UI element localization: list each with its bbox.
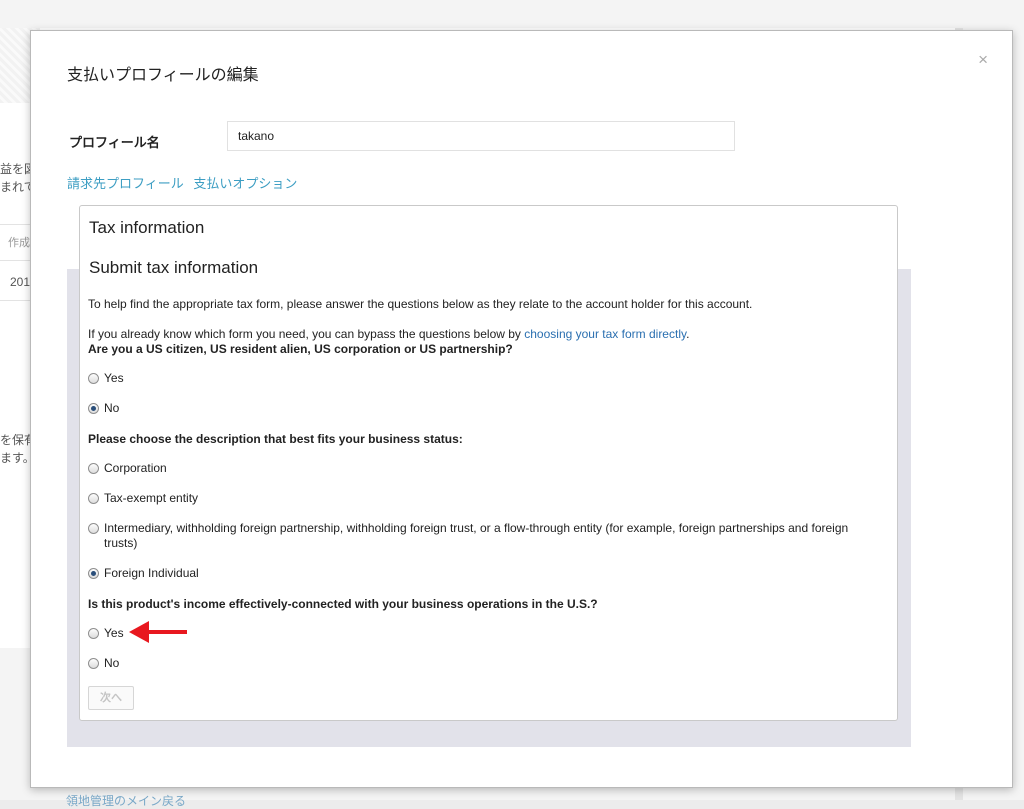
radio-button[interactable] (88, 523, 99, 534)
radio-label: Foreign Individual (104, 566, 199, 580)
question-effectively-connected: Is this product's income effectively-con… (88, 597, 598, 611)
radio-button[interactable] (88, 403, 99, 414)
bypass-prefix: If you already know which form you need,… (88, 327, 525, 341)
dialog-title: 支払いプロフィールの編集 (67, 67, 259, 84)
tax-subheader: Submit tax information (89, 258, 259, 277)
radio-label: Yes (104, 626, 124, 640)
background-column-header: 作成 (8, 237, 30, 249)
next-button[interactable]: 次へ (88, 686, 134, 710)
tax-header: Tax information (89, 218, 205, 237)
tab-payment-options[interactable]: 支払いオプション (193, 176, 297, 191)
tab-billing-profile[interactable]: 請求先プロフィール (67, 176, 184, 191)
bypass-suffix: . (686, 327, 690, 341)
tax-information-panel: Tax information Submit tax information T… (79, 205, 898, 721)
radio-button[interactable] (88, 373, 99, 384)
radio-option-us-yes[interactable]: Yes (88, 371, 124, 386)
radio-label: No (104, 401, 120, 415)
radio-label: No (104, 656, 120, 670)
question-business-status: Please choose the description that best … (88, 432, 463, 446)
tax-intro-text: To help find the appropriate tax form, p… (88, 297, 753, 311)
radio-option-tax-exempt[interactable]: Tax-exempt entity (88, 491, 198, 506)
radio-button[interactable] (88, 568, 99, 579)
edit-payment-profile-dialog: × 支払いプロフィールの編集 プロフィール名 請求先プロフィール 支払いオプショ… (30, 30, 1013, 788)
profile-name-input[interactable] (227, 121, 735, 151)
radio-button[interactable] (88, 493, 99, 504)
red-arrow-annotation-icon (129, 621, 187, 643)
close-icon[interactable]: × (978, 51, 988, 68)
profile-tabs: 請求先プロフィール 支払いオプション (67, 173, 303, 192)
radio-label: Intermediary, withholding foreign partne… (104, 521, 849, 550)
radio-label: Tax-exempt entity (104, 491, 199, 505)
choose-tax-form-link[interactable]: choosing your tax form directly (524, 327, 686, 341)
background-cell: 201 (10, 275, 31, 289)
radio-option-connected-no[interactable]: No (88, 656, 119, 671)
radio-label: Yes (104, 371, 124, 385)
radio-button[interactable] (88, 463, 99, 474)
radio-option-corporation[interactable]: Corporation (88, 461, 167, 476)
profile-name-label: プロフィール名 (69, 135, 160, 150)
radio-button[interactable] (88, 628, 99, 639)
radio-button[interactable] (88, 658, 99, 669)
bypass-text: If you already know which form you need,… (88, 327, 689, 342)
radio-option-connected-yes[interactable]: Yes (88, 626, 124, 641)
background-link[interactable]: 領地管理のメイン戻る (66, 792, 186, 809)
radio-option-intermediary[interactable]: Intermediary, withholding foreign partne… (88, 521, 878, 551)
radio-option-foreign-individual[interactable]: Foreign Individual (88, 566, 199, 581)
question-us-person: Are you a US citizen, US resident alien,… (88, 342, 513, 356)
radio-label: Corporation (104, 461, 167, 475)
radio-option-us-no[interactable]: No (88, 401, 119, 416)
